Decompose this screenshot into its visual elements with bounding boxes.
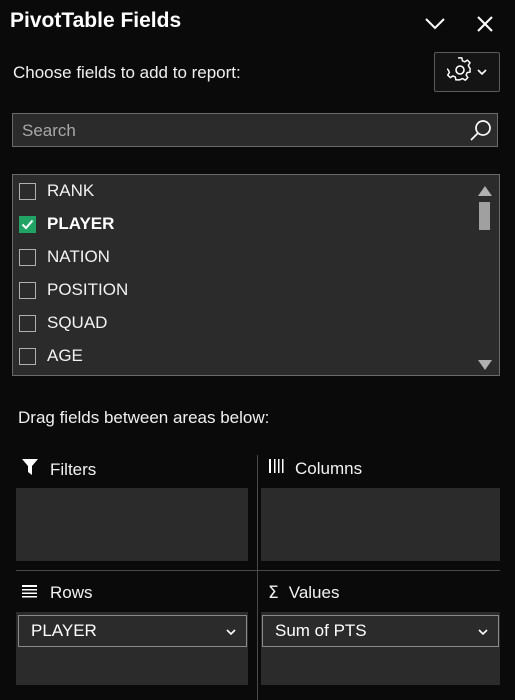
search-icon[interactable] bbox=[469, 118, 493, 147]
scroll-up-arrow-icon[interactable] bbox=[478, 183, 492, 201]
checkmark-icon bbox=[21, 219, 34, 229]
field-item-rank[interactable]: RANK bbox=[19, 176, 474, 206]
field-label: AGE bbox=[47, 346, 83, 365]
filters-title: Filters bbox=[50, 459, 97, 479]
values-drop-area[interactable]: Sum of PTS bbox=[261, 612, 500, 685]
columns-area-header: Columns bbox=[268, 458, 362, 479]
field-item-age[interactable]: AGE bbox=[19, 341, 474, 371]
area-divider-horizontal bbox=[16, 570, 500, 571]
field-label: PLAYER bbox=[47, 214, 115, 233]
choose-fields-label: Choose fields to add to report: bbox=[13, 63, 241, 82]
search-box bbox=[12, 113, 498, 148]
checkbox[interactable] bbox=[19, 281, 36, 299]
checkbox-checked[interactable] bbox=[19, 215, 36, 233]
checkbox[interactable] bbox=[19, 314, 36, 332]
scroll-down-arrow-icon[interactable] bbox=[478, 357, 492, 375]
values-title: Values bbox=[288, 583, 340, 602]
checkbox[interactable] bbox=[19, 347, 36, 365]
field-list: RANK PLAYER NATION POSITION SQUAD AGE bbox=[12, 174, 500, 376]
chevron-down-icon bbox=[477, 63, 487, 81]
field-item-squad[interactable]: SQUAD bbox=[19, 308, 474, 338]
chevron-down-icon[interactable] bbox=[478, 621, 488, 641]
values-field-sum-of-pts[interactable]: Sum of PTS bbox=[262, 615, 499, 647]
tools-button[interactable] bbox=[434, 52, 500, 92]
close-icon[interactable] bbox=[471, 10, 499, 38]
filters-area-header: Filters bbox=[21, 458, 96, 481]
rows-icon bbox=[21, 583, 38, 603]
filter-icon bbox=[21, 458, 39, 481]
area-divider-vertical bbox=[257, 455, 258, 700]
field-item-position[interactable]: POSITION bbox=[19, 275, 474, 305]
rows-area-header: Rows bbox=[21, 583, 93, 603]
field-item-player[interactable]: PLAYER bbox=[19, 209, 474, 239]
chevron-down-icon[interactable] bbox=[226, 621, 236, 641]
drag-fields-label: Drag fields between areas below: bbox=[18, 408, 270, 427]
rows-drop-area[interactable]: PLAYER bbox=[16, 612, 248, 685]
field-item-nation[interactable]: NATION bbox=[19, 242, 474, 272]
values-area-header: Σ Values bbox=[268, 583, 339, 603]
scroll-thumb[interactable] bbox=[479, 202, 490, 230]
values-field-label: Sum of PTS bbox=[275, 621, 367, 640]
gear-icon bbox=[445, 56, 473, 88]
rows-field-label: PLAYER bbox=[31, 621, 97, 640]
columns-title: Columns bbox=[295, 458, 363, 478]
field-label: NATION bbox=[47, 247, 110, 266]
filters-drop-area[interactable] bbox=[16, 488, 248, 561]
columns-icon bbox=[268, 458, 285, 479]
checkbox[interactable] bbox=[19, 182, 36, 200]
field-label: SQUAD bbox=[47, 313, 108, 332]
field-label: POSITION bbox=[47, 280, 129, 299]
checkbox[interactable] bbox=[19, 248, 36, 266]
search-input[interactable] bbox=[20, 114, 464, 148]
field-label: RANK bbox=[47, 181, 95, 200]
chevron-down-icon[interactable] bbox=[421, 10, 449, 38]
vertical-scrollbar[interactable] bbox=[471, 175, 499, 375]
sigma-icon: Σ bbox=[268, 583, 279, 603]
rows-title: Rows bbox=[50, 583, 93, 602]
pane-title: PivotTable Fields bbox=[10, 9, 182, 32]
columns-drop-area[interactable] bbox=[261, 488, 500, 561]
rows-field-player[interactable]: PLAYER bbox=[18, 615, 247, 647]
